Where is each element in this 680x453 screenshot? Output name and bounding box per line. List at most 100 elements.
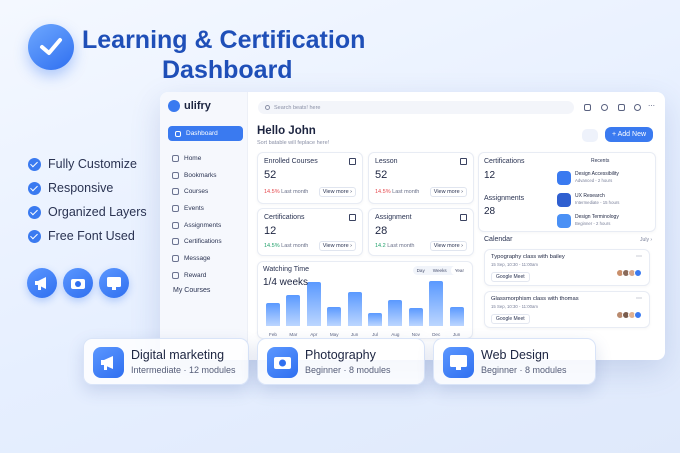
recent-item[interactable]: Design Accessibility Advanced - 2 hours [557, 169, 653, 189]
sidebar-menu: Home Bookmarks Courses Events Assignment… [172, 150, 222, 284]
more-icon[interactable]: ⋯ [648, 102, 655, 110]
sidebar-item-bookmarks[interactable]: Bookmarks [172, 167, 222, 184]
google-meet-button[interactable]: Google Meet [491, 314, 530, 324]
tab-year[interactable]: Year [450, 266, 468, 275]
course-card-photography[interactable]: Photography Beginner · 8 modules [257, 338, 425, 385]
sidebar-item-courses[interactable]: Courses [172, 183, 222, 200]
google-meet-button[interactable]: Google Meet [491, 272, 530, 282]
attendee-avatars [616, 311, 642, 319]
chart-x-label: Dec [432, 332, 441, 337]
icon-row [27, 268, 129, 298]
sidebar-item-message[interactable]: Message [172, 250, 222, 267]
tab-weeks[interactable]: Weeks [429, 266, 451, 275]
view-more-button[interactable]: View more › [318, 241, 356, 251]
courses-icon [172, 188, 179, 196]
course-card-web-design[interactable]: Web Design Beginner · 8 modules [433, 338, 596, 385]
check-icon [28, 181, 41, 195]
sidebar-item-assignments[interactable]: Assignments [172, 217, 222, 234]
message-icon[interactable] [618, 104, 625, 111]
certificate-icon [172, 238, 179, 246]
bookmark-icon [172, 171, 179, 179]
brand[interactable]: ulifry [168, 100, 211, 112]
sidebar-item-reward[interactable]: Reward [172, 267, 222, 284]
search-input[interactable]: Search beats! here [258, 101, 574, 114]
events-icon [172, 204, 179, 212]
settings-icon[interactable] [582, 129, 598, 142]
notification-icon[interactable] [634, 104, 641, 111]
chart-bar [306, 281, 321, 326]
home-icon [172, 154, 179, 162]
check-icon [28, 157, 41, 171]
stat-card-assignment: Assignment 28 14.2 Last month View more … [368, 208, 474, 256]
chart-bar [266, 303, 280, 326]
chart-bar [429, 280, 444, 326]
time-range-toggle: Day Weeks Year [412, 266, 468, 275]
chart-bar [347, 292, 362, 326]
recent-item[interactable]: UX Research Intermediate - 15 hours [557, 191, 653, 211]
chart-x-label: Jun [452, 332, 461, 337]
course-card-digital-marketing[interactable]: Digital marketing Intermediate · 12 modu… [83, 338, 249, 385]
more-icon[interactable]: ⋯ [636, 253, 642, 260]
chart-bar [388, 300, 403, 326]
monitor-icon [443, 347, 474, 378]
chart-x-label: May [329, 332, 339, 337]
view-more-button[interactable]: View more › [318, 187, 356, 197]
chart-x-label: Jun [350, 332, 359, 337]
recent-item[interactable]: Design Terminology Beginner - 2 hours [557, 212, 653, 232]
logo-check-icon [28, 24, 74, 70]
event-card[interactable]: Glassmorphism class with thomas 15 Sep, … [484, 291, 650, 328]
feature-item: Free Font Used [28, 224, 147, 248]
feature-item: Organized Layers [28, 200, 147, 224]
calendar-icon[interactable] [584, 104, 591, 111]
tab-day[interactable]: Day [413, 266, 429, 275]
card-icon [460, 158, 467, 165]
sidebar-section-my-courses[interactable]: My Courses [173, 287, 210, 294]
calendar-panel: Calendar July › Typography class with ba… [478, 234, 656, 337]
search-icon [265, 105, 270, 110]
add-new-button[interactable]: + Add New [605, 127, 653, 142]
chart-x-label: Jul [372, 332, 378, 337]
hero-title-line1: Learning & Certification [82, 26, 366, 54]
card-icon [460, 214, 467, 221]
chart-bar [327, 306, 342, 326]
camera-icon [63, 268, 93, 298]
card-icon [349, 158, 356, 165]
course-icon [557, 193, 571, 207]
card-icon [349, 214, 356, 221]
chart-x-label: Feb [269, 332, 277, 337]
message-icon [172, 254, 179, 262]
sidebar-item-home[interactable]: Home [172, 150, 222, 167]
chat-icon[interactable] [601, 104, 608, 111]
chart-x-label: Aug [391, 332, 400, 337]
monitor-icon [99, 268, 129, 298]
summary-card: Certifications 12 Assignments 28 Recents… [478, 152, 656, 232]
more-icon[interactable]: ⋯ [636, 295, 642, 302]
chart-x-label: Mar [289, 332, 298, 337]
check-icon [28, 205, 41, 219]
chart-x-label: Nov [411, 332, 420, 337]
chart-bar [449, 306, 464, 326]
megaphone-icon [93, 347, 124, 378]
reward-icon [172, 271, 179, 279]
course-icon [557, 214, 571, 228]
view-more-button[interactable]: View more › [429, 241, 467, 251]
stat-card-enrolled: Enrolled Courses 52 14.5% Last month Vie… [257, 152, 363, 204]
page-title: Hello John [257, 125, 316, 137]
stat-card-lesson: Lesson 52 14.5% Last month View more › [368, 152, 474, 204]
sidebar-item-certifications[interactable]: Certifications [172, 233, 222, 250]
sidebar-item-dashboard[interactable]: Dashboard [168, 126, 243, 141]
recents-label[interactable]: Recents [591, 158, 609, 164]
camera-icon [267, 347, 298, 378]
event-card[interactable]: Typography class with bailey 15 Sep, 10:… [484, 249, 650, 286]
check-icon [28, 229, 41, 243]
view-more-button[interactable]: View more › [429, 187, 467, 197]
feature-list: Fully Customize Responsive Organized Lay… [28, 152, 147, 248]
sidebar-item-events[interactable]: Events [172, 200, 222, 217]
stat-card-certifications: Certifications 12 14.5% Last month View … [257, 208, 363, 256]
hero-title-line2: Dashboard [162, 56, 293, 84]
dashboard-window: ulifry Dashboard Home Bookmarks Courses … [160, 92, 665, 360]
feature-item: Responsive [28, 176, 147, 200]
calendar-month[interactable]: July › [640, 237, 652, 243]
feature-item: Fully Customize [28, 152, 147, 176]
chart-bar [408, 307, 423, 326]
